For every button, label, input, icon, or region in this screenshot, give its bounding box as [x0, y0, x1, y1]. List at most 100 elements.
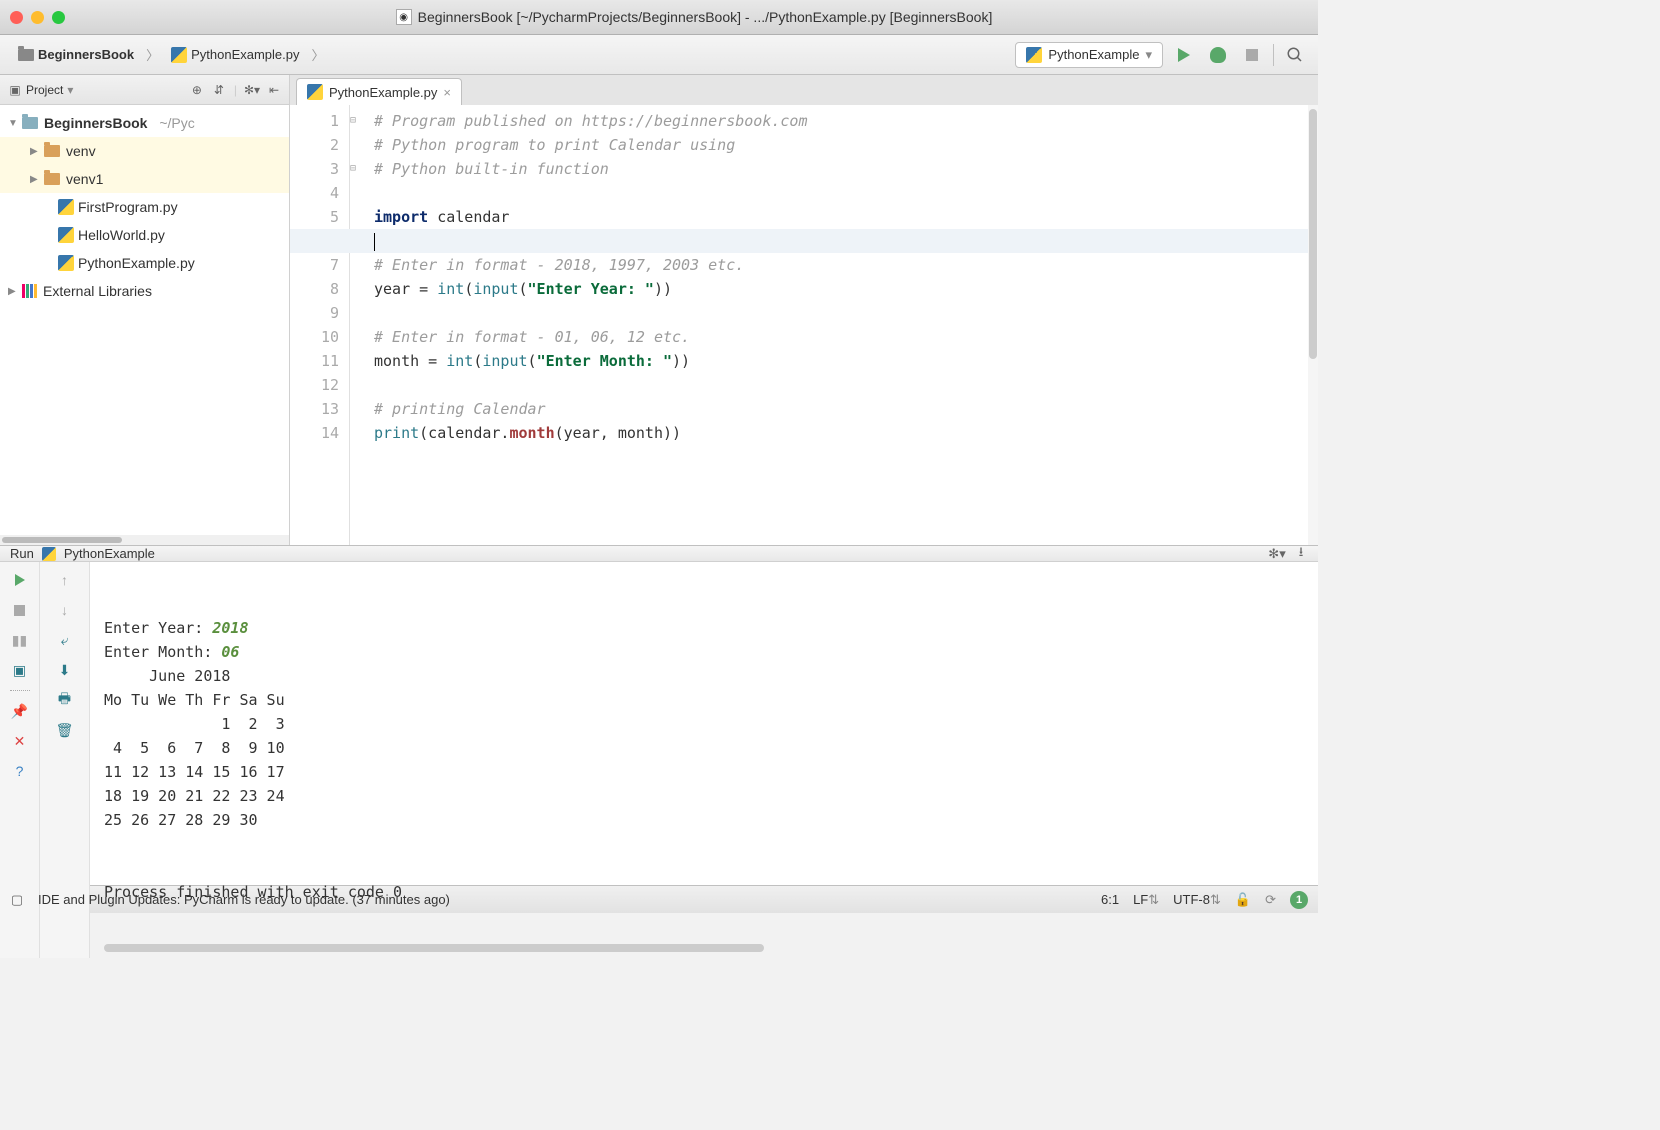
- editor-tab-bar: PythonExample.py ×: [290, 75, 1318, 105]
- breadcrumb-label: BeginnersBook: [38, 47, 134, 62]
- folder-icon: [44, 145, 60, 157]
- tree-root-path: ~/Pyc: [159, 115, 194, 131]
- tree-item-label: venv1: [66, 171, 103, 187]
- console-hscrollbar[interactable]: [104, 944, 1304, 954]
- close-window-icon[interactable]: [10, 11, 23, 24]
- breadcrumb: BeginnersBook 〉 PythonExample.py 〉: [10, 43, 1015, 67]
- play-icon: [15, 574, 25, 586]
- tree-item-label: HelloWorld.py: [78, 227, 165, 243]
- bug-icon: [1210, 47, 1226, 63]
- window-title: ◉ BeginnersBook [~/PycharmProjects/Begin…: [80, 9, 1308, 25]
- tree-file[interactable]: FirstProgram.py: [0, 193, 289, 221]
- python-file-icon: [58, 199, 74, 215]
- search-everywhere-button[interactable]: [1282, 42, 1308, 68]
- run-button[interactable]: [1171, 42, 1197, 68]
- tree-folder-venv[interactable]: ▶ venv: [0, 137, 289, 165]
- code-editor[interactable]: 1234567891011121314 ⊟ ⊟ # Program publis…: [290, 105, 1318, 545]
- breadcrumb-label: PythonExample.py: [191, 47, 299, 62]
- pin-button[interactable]: 📌: [10, 701, 30, 721]
- down-button[interactable]: ↓: [55, 600, 75, 620]
- line-number-gutter[interactable]: 1234567891011121314: [290, 105, 350, 545]
- minimize-window-icon[interactable]: [31, 11, 44, 24]
- expand-arrow-icon[interactable]: ▶: [30, 146, 40, 157]
- download-icon[interactable]: ⭳: [1294, 547, 1308, 561]
- hide-icon[interactable]: ⇤: [267, 83, 281, 97]
- stop-icon: [1246, 49, 1258, 61]
- up-button[interactable]: ↑: [55, 570, 75, 590]
- project-panel-title[interactable]: ▣ Project▾: [8, 83, 73, 97]
- trash-button[interactable]: 🗑: [55, 720, 75, 740]
- gear-icon[interactable]: ✻▾: [245, 83, 259, 97]
- tool-window-icon[interactable]: ▢: [10, 893, 24, 907]
- rerun-button[interactable]: [10, 570, 30, 590]
- python-file-icon: [171, 47, 187, 63]
- run-label: Run: [10, 546, 34, 561]
- stop-button[interactable]: [1239, 42, 1265, 68]
- editor-tab[interactable]: PythonExample.py ×: [296, 78, 462, 105]
- python-file-icon: [42, 547, 56, 561]
- tree-root-name: BeginnersBook: [44, 115, 147, 131]
- python-file-icon: [1026, 47, 1042, 63]
- python-file-icon: [58, 227, 74, 243]
- fold-gutter[interactable]: ⊟ ⊟: [350, 105, 364, 545]
- close-tab-icon[interactable]: ×: [443, 85, 451, 100]
- run-config-name: PythonExample: [64, 546, 155, 561]
- console-output[interactable]: Enter Year: 2018Enter Month: 06 June 201…: [90, 562, 1318, 958]
- target-icon[interactable]: ⊕: [190, 83, 204, 97]
- gear-icon[interactable]: ✻▾: [1270, 547, 1284, 561]
- help-button[interactable]: ?: [10, 761, 30, 781]
- run-panel-header: Run PythonExample ✻▾ ⭳: [0, 546, 1318, 562]
- export-button[interactable]: ⬇: [55, 660, 75, 680]
- toolbar-right: PythonExample ▾: [1015, 42, 1308, 68]
- project-panel: ▣ Project▾ ⊕ ⇵ | ✻▾ ⇤ ▼ BeginnersBook ~/…: [0, 75, 290, 545]
- maximize-window-icon[interactable]: [52, 11, 65, 24]
- folder-icon: [22, 117, 38, 129]
- scrollbar-thumb[interactable]: [104, 944, 764, 952]
- layout-button[interactable]: ▣: [10, 660, 30, 680]
- expand-arrow-icon[interactable]: ▶: [30, 174, 40, 185]
- tree-file[interactable]: PythonExample.py: [0, 249, 289, 277]
- tree-folder-venv1[interactable]: ▶ venv1: [0, 165, 289, 193]
- tree-item-label: External Libraries: [43, 283, 152, 299]
- editor-vscrollbar[interactable]: [1308, 105, 1318, 545]
- run-config-selector[interactable]: PythonExample ▾: [1015, 42, 1163, 68]
- code-content[interactable]: # Program published on https://beginners…: [364, 105, 1318, 545]
- project-label: Project: [26, 83, 63, 97]
- debug-button[interactable]: [1205, 42, 1231, 68]
- editor-area: PythonExample.py × 1234567891011121314 ⊟…: [290, 75, 1318, 545]
- breadcrumb-separator-icon: 〉: [146, 45, 159, 64]
- collapse-icon[interactable]: ⇵: [212, 83, 226, 97]
- expand-arrow-icon[interactable]: ▼: [8, 118, 18, 129]
- titlebar: ◉ BeginnersBook [~/PycharmProjects/Begin…: [0, 0, 1318, 35]
- tree-file[interactable]: HelloWorld.py: [0, 221, 289, 249]
- stop-icon: [14, 605, 25, 616]
- tab-label: PythonExample.py: [329, 85, 437, 100]
- wrap-button[interactable]: ⤶: [55, 630, 75, 650]
- breadcrumb-root[interactable]: BeginnersBook: [10, 43, 142, 66]
- breadcrumb-file[interactable]: PythonExample.py: [163, 43, 307, 67]
- run-body: ▮▮ ▣ 📌 ✕ ? ↑ ↓ ⤶ ⬇ 🖶 🗑 Enter Year: 2018E…: [0, 562, 1318, 958]
- tree-item-label: FirstProgram.py: [78, 199, 178, 215]
- expand-arrow-icon[interactable]: ▶: [8, 286, 18, 297]
- tree-root[interactable]: ▼ BeginnersBook ~/Pyc: [0, 109, 289, 137]
- window-title-text: BeginnersBook [~/PycharmProjects/Beginne…: [418, 9, 993, 25]
- library-icon: [22, 284, 37, 298]
- project-panel-header: ▣ Project▾ ⊕ ⇵ | ✻▾ ⇤: [0, 75, 289, 105]
- project-hscrollbar[interactable]: [0, 535, 289, 545]
- main-area: ▣ Project▾ ⊕ ⇵ | ✻▾ ⇤ ▼ BeginnersBook ~/…: [0, 75, 1318, 545]
- breadcrumb-separator-icon: 〉: [312, 45, 325, 64]
- stop-button[interactable]: [10, 600, 30, 620]
- scrollbar-thumb[interactable]: [2, 537, 122, 543]
- pause-button[interactable]: ▮▮: [10, 630, 30, 650]
- chevron-down-icon: ▾: [1145, 47, 1152, 63]
- scrollbar-thumb[interactable]: [1309, 109, 1317, 359]
- window-controls: [10, 11, 65, 24]
- folder-icon: [44, 173, 60, 185]
- run-panel: Run PythonExample ✻▾ ⭳ ▮▮ ▣ 📌 ✕ ? ↑ ↓ ⤶ …: [0, 545, 1318, 885]
- tree-external-libs[interactable]: ▶ External Libraries: [0, 277, 289, 305]
- close-button[interactable]: ✕: [10, 731, 30, 751]
- tree-item-label: PythonExample.py: [78, 255, 195, 271]
- print-button[interactable]: 🖶: [55, 690, 75, 710]
- project-tree[interactable]: ▼ BeginnersBook ~/Pyc ▶ venv ▶ venv1 Fir…: [0, 105, 289, 535]
- folder-icon: [18, 49, 34, 61]
